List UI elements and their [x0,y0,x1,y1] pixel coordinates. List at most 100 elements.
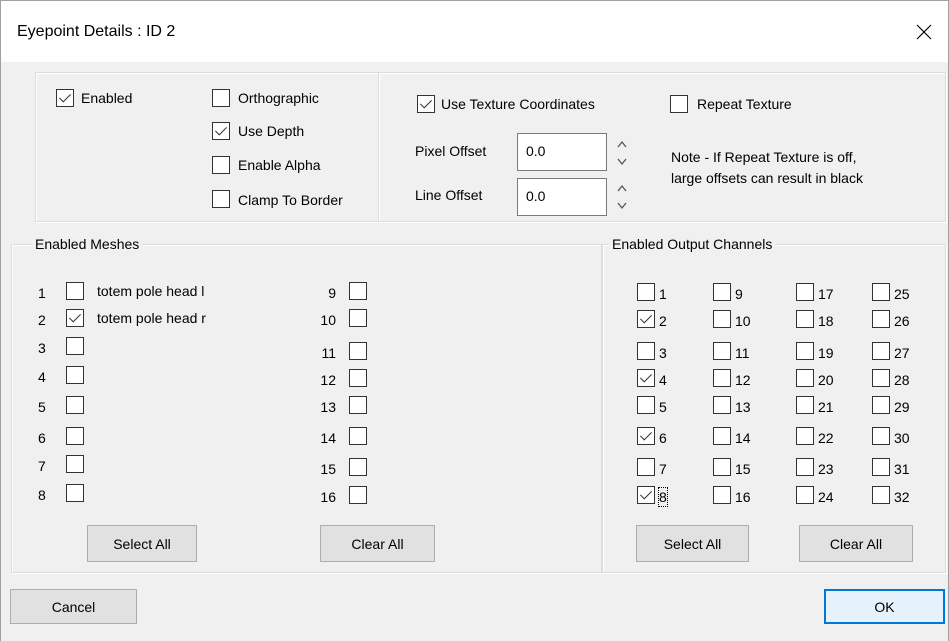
mesh-checkbox-4[interactable] [66,366,84,384]
mesh-checkbox-1[interactable] [66,282,84,300]
mesh-checkbox-8[interactable] [66,484,84,502]
channel-checkbox-20[interactable] [796,369,814,387]
mesh-number: 16 [320,489,336,505]
mesh-checkbox-10[interactable] [349,309,367,327]
channel-label-27: 27 [894,345,910,361]
meshes-clear-all-button[interactable]: Clear All [320,525,435,562]
enabled-checkbox[interactable] [56,89,74,107]
channel-checkbox-14[interactable] [713,427,731,445]
channel-label-13: 13 [735,399,751,415]
clamp-to-border-label: Clamp To Border [238,192,343,208]
channel-checkbox-7[interactable] [637,458,655,476]
orthographic-label: Orthographic [238,90,319,106]
channel-checkbox-11[interactable] [713,342,731,360]
mesh-checkbox-13[interactable] [349,396,367,414]
channel-checkbox-32[interactable] [872,486,890,504]
use-texture-coordinates-checkbox[interactable] [417,95,435,113]
channel-checkbox-26[interactable] [872,310,890,328]
cancel-button[interactable]: Cancel [10,589,137,624]
meshes-select-all-button[interactable]: Select All [87,525,197,562]
mesh-checkbox-12[interactable] [349,369,367,387]
channel-checkbox-27[interactable] [872,342,890,360]
channel-checkbox-2[interactable] [637,310,655,328]
title-bar: Eyepoint Details : ID 2 [0,0,949,62]
mesh-number: 14 [320,430,336,446]
channel-checkbox-12[interactable] [713,369,731,387]
mesh-checkbox-9[interactable] [349,282,367,300]
mesh-checkbox-2[interactable] [66,309,84,327]
mesh-number: 6 [38,430,46,446]
channel-label-7: 7 [659,461,667,477]
spinner-arrows-icon [617,140,627,166]
mesh-checkbox-16[interactable] [349,486,367,504]
channel-checkbox-31[interactable] [872,458,890,476]
channel-label-32: 32 [894,489,910,505]
mesh-checkbox-3[interactable] [66,337,84,355]
mesh-number: 2 [38,312,46,328]
enable-alpha-checkbox[interactable] [212,156,230,174]
channels-select-all-button[interactable]: Select All [636,525,749,562]
channel-label-14: 14 [735,430,751,446]
pixel-offset-field[interactable]: 0.0 [517,133,607,171]
channel-checkbox-19[interactable] [796,342,814,360]
mesh-checkbox-11[interactable] [349,342,367,360]
channel-label-26: 26 [894,313,910,329]
channel-checkbox-16[interactable] [713,486,731,504]
ok-button[interactable]: OK [824,589,945,624]
pixel-offset-spinner[interactable] [615,135,629,171]
channel-label-10: 10 [735,313,751,329]
mesh-checkbox-7[interactable] [66,455,84,473]
channel-checkbox-22[interactable] [796,427,814,445]
channel-label-28: 28 [894,372,910,388]
mesh-number: 1 [38,285,46,301]
channel-checkbox-24[interactable] [796,486,814,504]
channel-checkbox-8[interactable] [637,486,655,504]
repeat-texture-checkbox[interactable] [670,95,688,113]
mesh-number: 3 [38,340,46,356]
channel-checkbox-25[interactable] [872,283,890,301]
channel-checkbox-10[interactable] [713,310,731,328]
channel-checkbox-6[interactable] [637,427,655,445]
channel-checkbox-15[interactable] [713,458,731,476]
channel-checkbox-17[interactable] [796,283,814,301]
channel-checkbox-28[interactable] [872,369,890,387]
channel-checkbox-1[interactable] [637,283,655,301]
channel-checkbox-18[interactable] [796,310,814,328]
use-depth-checkbox[interactable] [212,122,230,140]
channel-checkbox-9[interactable] [713,283,731,301]
use-texture-coordinates-label: Use Texture Coordinates [441,96,595,112]
mesh-number: 11 [321,345,336,361]
line-offset-field[interactable]: 0.0 [517,178,607,216]
channel-label-17: 17 [818,286,834,302]
clamp-to-border-checkbox[interactable] [212,190,230,208]
mesh-checkbox-5[interactable] [66,396,84,414]
channel-checkbox-30[interactable] [872,427,890,445]
channel-label-2: 2 [659,313,667,329]
mesh-checkbox-6[interactable] [66,427,84,445]
mesh-number: 9 [328,285,336,301]
channel-checkbox-21[interactable] [796,396,814,414]
channel-label-12: 12 [735,372,751,388]
channel-checkbox-13[interactable] [713,396,731,414]
mesh-number: 10 [320,312,336,328]
channel-label-15: 15 [735,461,751,477]
window-frame-left [0,62,1,641]
mesh-checkbox-15[interactable] [349,458,367,476]
channel-checkbox-5[interactable] [637,396,655,414]
line-offset-spinner[interactable] [615,179,629,215]
mesh-checkbox-14[interactable] [349,427,367,445]
channel-label-20: 20 [818,372,834,388]
channels-clear-all-button[interactable]: Clear All [799,525,913,562]
close-button[interactable] [900,1,948,63]
channel-checkbox-3[interactable] [637,342,655,360]
channel-checkbox-4[interactable] [637,369,655,387]
channel-checkbox-23[interactable] [796,458,814,476]
orthographic-checkbox[interactable] [212,89,230,107]
mesh-number: 8 [38,487,46,503]
channel-label-5: 5 [659,399,667,415]
close-icon [916,24,932,40]
channel-label-16: 16 [735,489,751,505]
channel-checkbox-29[interactable] [872,396,890,414]
mesh-label-2: totem pole head r [97,310,206,326]
mesh-number: 15 [320,461,336,477]
